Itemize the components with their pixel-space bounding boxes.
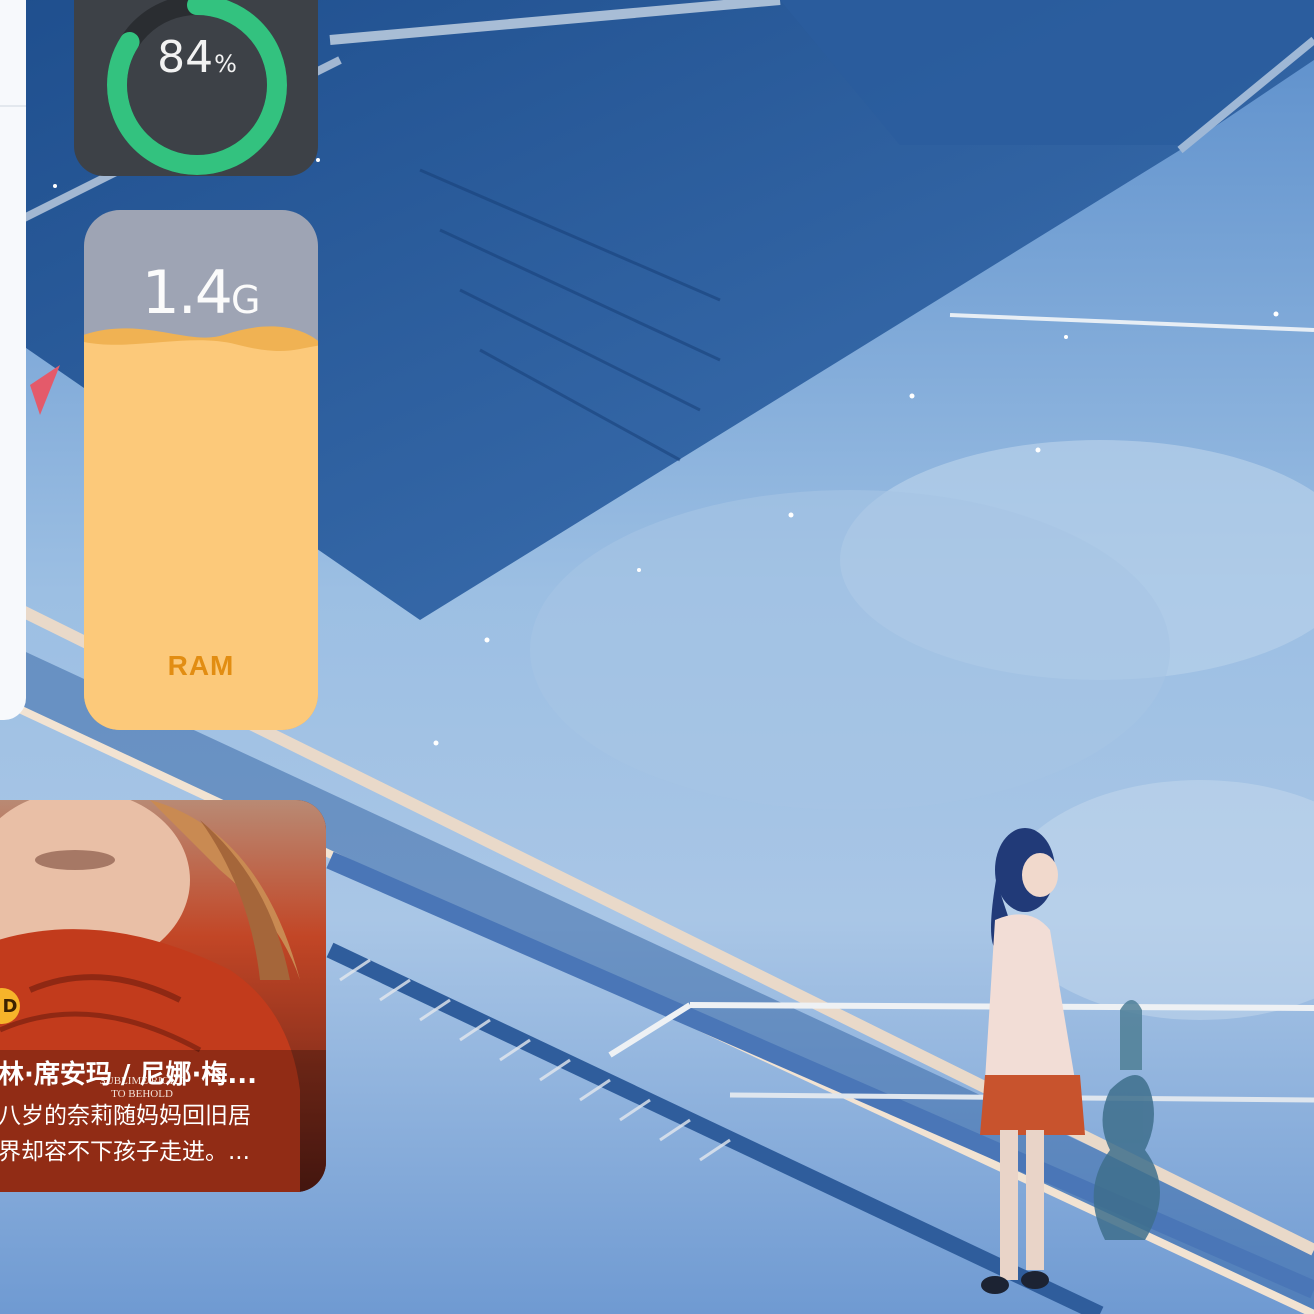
battery-widget[interactable]: 84 % (74, 0, 318, 176)
ram-label: RAM (167, 650, 235, 681)
side-panel (0, 0, 26, 720)
rating-badge-text: D (2, 995, 18, 1017)
movie-description-line: 八岁的奈莉随妈妈回旧居 (0, 1103, 251, 1129)
battery-value: 84 (157, 32, 214, 83)
ram-value-text: 1.4G (84, 258, 318, 328)
movie-title: 林·席安玛 / 尼娜·梅... (0, 1060, 257, 1090)
battery-level-text: 84 % (152, 32, 242, 92)
ram-widget[interactable]: 1.4G RAM (84, 210, 318, 730)
panel-divider (0, 105, 26, 107)
battery-unit: % (214, 50, 237, 78)
ram-unit: G (230, 278, 261, 322)
movie-description-line: 界却容不下孩子走进。... (0, 1139, 250, 1165)
movie-description: 八岁的奈莉随妈妈回旧居 界却容不下孩子走进。... (0, 1098, 308, 1170)
ram-value: 1.4 (141, 258, 233, 328)
movie-card[interactable]: SUBLIME RIGHT TO BEHOLD D 林·席安玛 / 尼娜·梅..… (0, 800, 326, 1192)
